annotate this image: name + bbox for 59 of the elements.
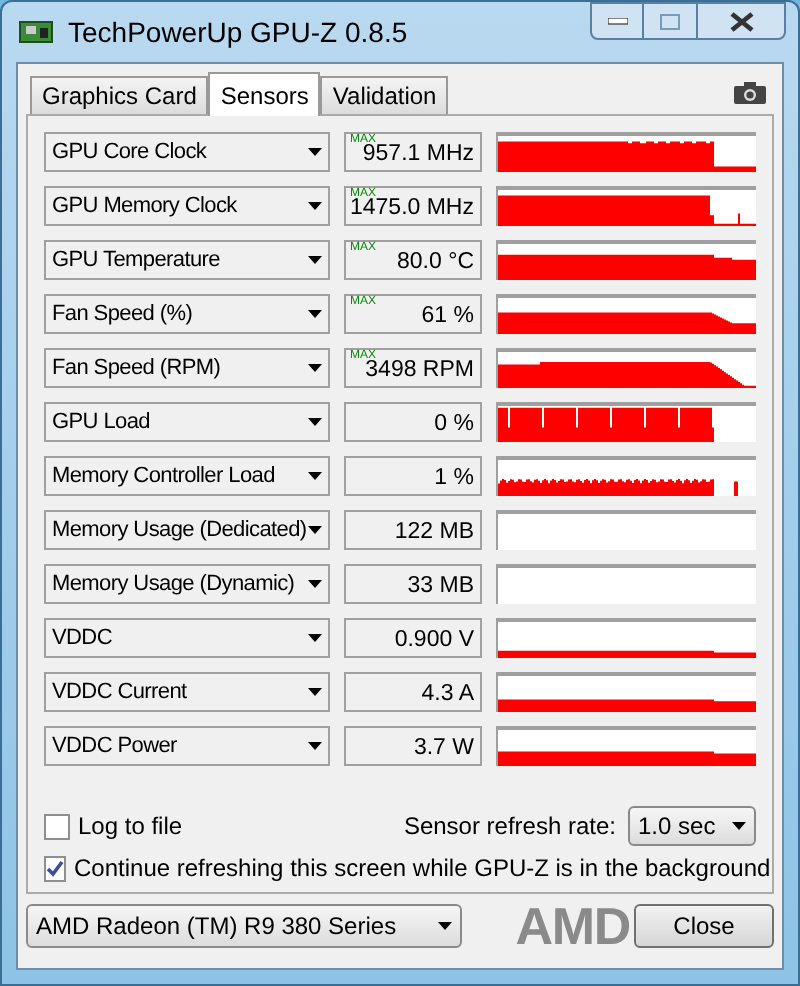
sensor-dropdown[interactable]: GPU Temperature: [44, 240, 330, 280]
caret-icon: [308, 634, 322, 642]
sensor-value: 122 MB: [394, 521, 474, 544]
caret-icon: [308, 418, 322, 426]
tab[interactable]: Sensors: [208, 72, 321, 116]
caret-icon: [308, 202, 322, 210]
minimize-icon: [607, 17, 627, 25]
sensor-value: 1475.0 MHz: [349, 197, 474, 220]
caret-icon: [308, 526, 323, 534]
gpu-dropdown[interactable]: AMD Radeon (TM) R9 380 Series: [26, 904, 462, 948]
sensor-dropdown[interactable]: GPU Core Clock: [44, 132, 330, 172]
caret-icon: [308, 742, 322, 750]
caret-icon: [308, 310, 322, 318]
sensor-dropdown[interactable]: VDDC Current: [44, 672, 330, 712]
maximize-button[interactable]: [644, 2, 696, 40]
sensor-dropdown[interactable]: Fan Speed (RPM): [44, 348, 330, 388]
refresh-rate-dropdown[interactable]: 1.0 sec: [628, 806, 756, 846]
tab[interactable]: Graphics Card: [30, 76, 209, 114]
caret-icon: [438, 922, 452, 930]
continue-refreshing-checkbox[interactable]: [44, 855, 66, 881]
sensor-dropdown[interactable]: GPU Load: [44, 402, 330, 442]
maximize-icon: [660, 13, 680, 29]
sensor-dropdown[interactable]: VDDC Power: [44, 726, 330, 766]
sensor-dropdown[interactable]: Memory Usage (Dynamic): [44, 564, 330, 604]
caret-icon: [308, 364, 322, 372]
caret-icon: [308, 472, 322, 480]
window-title: TechPowerUp GPU-Z 0.8.5: [68, 13, 408, 52]
sensor-value: 33 MB: [407, 575, 474, 598]
close-window-button[interactable]: [696, 2, 786, 40]
log-to-file-checkbox[interactable]: [44, 813, 70, 839]
caret-icon: [308, 256, 322, 264]
log-to-file-label: Log to file: [78, 810, 183, 844]
close-button[interactable]: Close: [634, 904, 774, 948]
camera-icon[interactable]: [734, 82, 766, 104]
sensor-value: 957.1 MHz: [362, 143, 474, 166]
continue-refreshing-label: Continue refreshing this screen while GPU-Z is in the background: [74, 852, 771, 886]
logo: AMD: [515, 900, 630, 952]
refresh-rate-label: Sensor refresh rate:: [403, 810, 616, 844]
sensor-dropdown[interactable]: Memory Usage (Dedicated): [44, 510, 330, 550]
sensor-value: 1 %: [434, 467, 474, 490]
sensor-dropdown[interactable]: VDDC: [44, 618, 330, 658]
tab[interactable]: Validation: [320, 76, 449, 114]
sensor-dropdown[interactable]: Fan Speed (%): [44, 294, 330, 334]
sensor-dropdown[interactable]: Memory Controller Load: [44, 456, 330, 496]
sensor-value: 0.900 V: [394, 629, 474, 652]
sensor-value: 3.7 W: [413, 737, 474, 760]
sensor-dropdown[interactable]: GPU Memory Clock: [44, 186, 330, 226]
minimize-button[interactable]: [590, 2, 644, 40]
caret-icon: [732, 822, 746, 830]
close-icon: [729, 11, 753, 31]
sensor-value: 80.0 °C: [397, 251, 474, 274]
caret-icon: [308, 148, 322, 156]
app-icon: [18, 18, 54, 46]
sensor-value: 3498 RPM: [365, 359, 474, 382]
sensor-value: 0 %: [434, 413, 474, 436]
caret-icon: [308, 580, 322, 588]
sensor-value: 4.3 A: [421, 683, 474, 706]
caret-icon: [308, 688, 322, 696]
sensor-value: 61 %: [421, 305, 474, 328]
